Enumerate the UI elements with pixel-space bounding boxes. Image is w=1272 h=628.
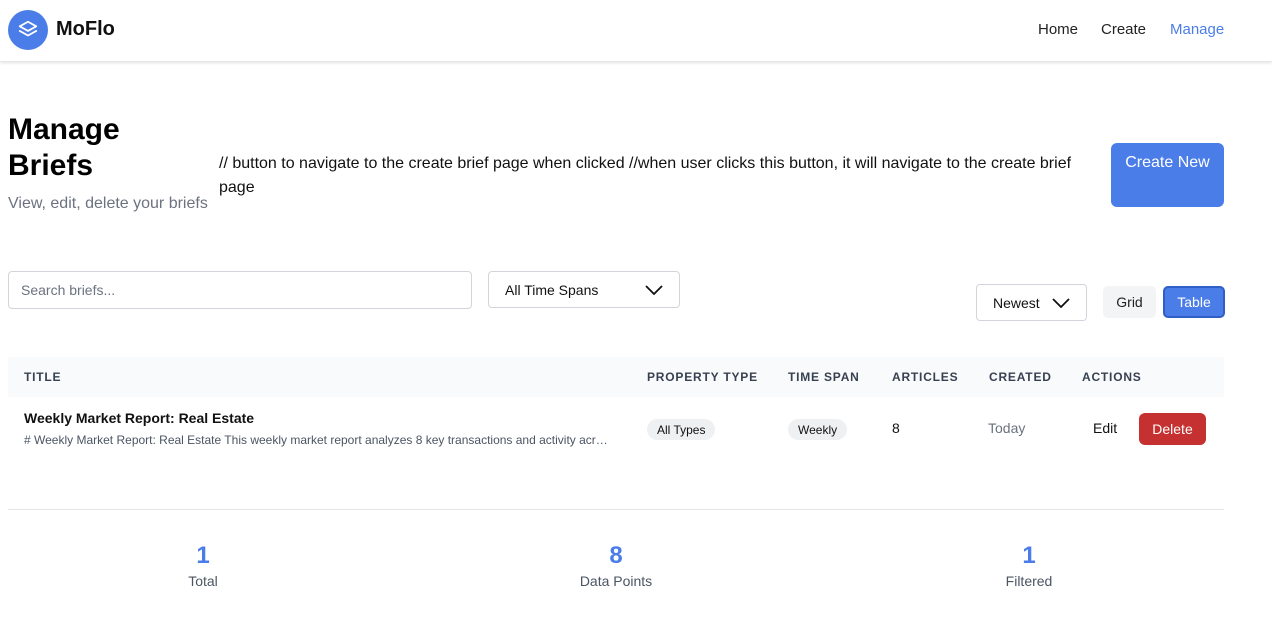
- grid-view-button[interactable]: Grid: [1103, 286, 1156, 318]
- created-date: Today: [988, 420, 1026, 436]
- nav-manage-link[interactable]: Manage: [1170, 21, 1224, 38]
- table-header: TITLE PROPERTY TYPE TIME SPAN ARTICLES C…: [8, 357, 1224, 397]
- delete-button[interactable]: Delete: [1139, 413, 1206, 445]
- layers-icon[interactable]: [8, 10, 48, 50]
- search-input[interactable]: [8, 271, 472, 309]
- page-title: Manage Briefs: [8, 113, 120, 182]
- chevron-down-icon: [1052, 297, 1070, 308]
- nav-create-link[interactable]: Create: [1101, 21, 1146, 38]
- column-header-time-span: TIME SPAN: [788, 370, 860, 384]
- brand-name[interactable]: MoFlo: [56, 18, 115, 41]
- time-span-value: All Time Spans: [505, 281, 599, 298]
- stat-total: 1 Total: [103, 541, 303, 589]
- stat-data-points-label: Data Points: [579, 573, 653, 589]
- column-header-articles: ARTICLES: [892, 370, 959, 384]
- stat-total-label: Total: [188, 573, 218, 589]
- top-navbar: MoFlo Home Create Manage: [0, 0, 1272, 62]
- column-header-property-type: PROPERTY TYPE: [647, 370, 758, 384]
- column-header-created: CREATED: [989, 370, 1052, 384]
- sort-select[interactable]: Newest: [976, 284, 1087, 321]
- stat-data-points: 8 Data Points: [516, 541, 716, 589]
- time-span-select[interactable]: All Time Spans: [488, 271, 680, 308]
- stat-data-points-value: 8: [609, 542, 623, 569]
- stat-filtered-value: 1: [1022, 542, 1036, 569]
- column-header-actions: ACTIONS: [1082, 370, 1142, 384]
- edit-button[interactable]: Edit: [1093, 420, 1117, 436]
- table-view-button[interactable]: Table: [1163, 286, 1225, 318]
- time-span-badge: Weekly: [788, 419, 848, 440]
- chevron-down-icon: [645, 284, 663, 295]
- sort-value: Newest: [993, 294, 1040, 311]
- stats-divider: [8, 509, 1224, 510]
- stat-total-value: 1: [196, 542, 210, 569]
- page-subtitle: View, edit, delete your briefs: [8, 195, 208, 212]
- code-comment-text: // button to navigate to the create brie…: [219, 155, 1072, 196]
- brief-description: # Weekly Market Report: Real Estate This…: [24, 433, 614, 447]
- stat-filtered: 1 Filtered: [929, 541, 1129, 589]
- articles-count: 8: [892, 420, 900, 436]
- column-header-title: TITLE: [24, 370, 62, 384]
- stat-filtered-label: Filtered: [1005, 573, 1053, 589]
- brief-title[interactable]: Weekly Market Report: Real Estate: [24, 410, 254, 426]
- nav-home-link[interactable]: Home: [1038, 21, 1078, 38]
- property-type-badge: All Types: [647, 419, 716, 440]
- create-new-button[interactable]: Create New: [1111, 143, 1224, 207]
